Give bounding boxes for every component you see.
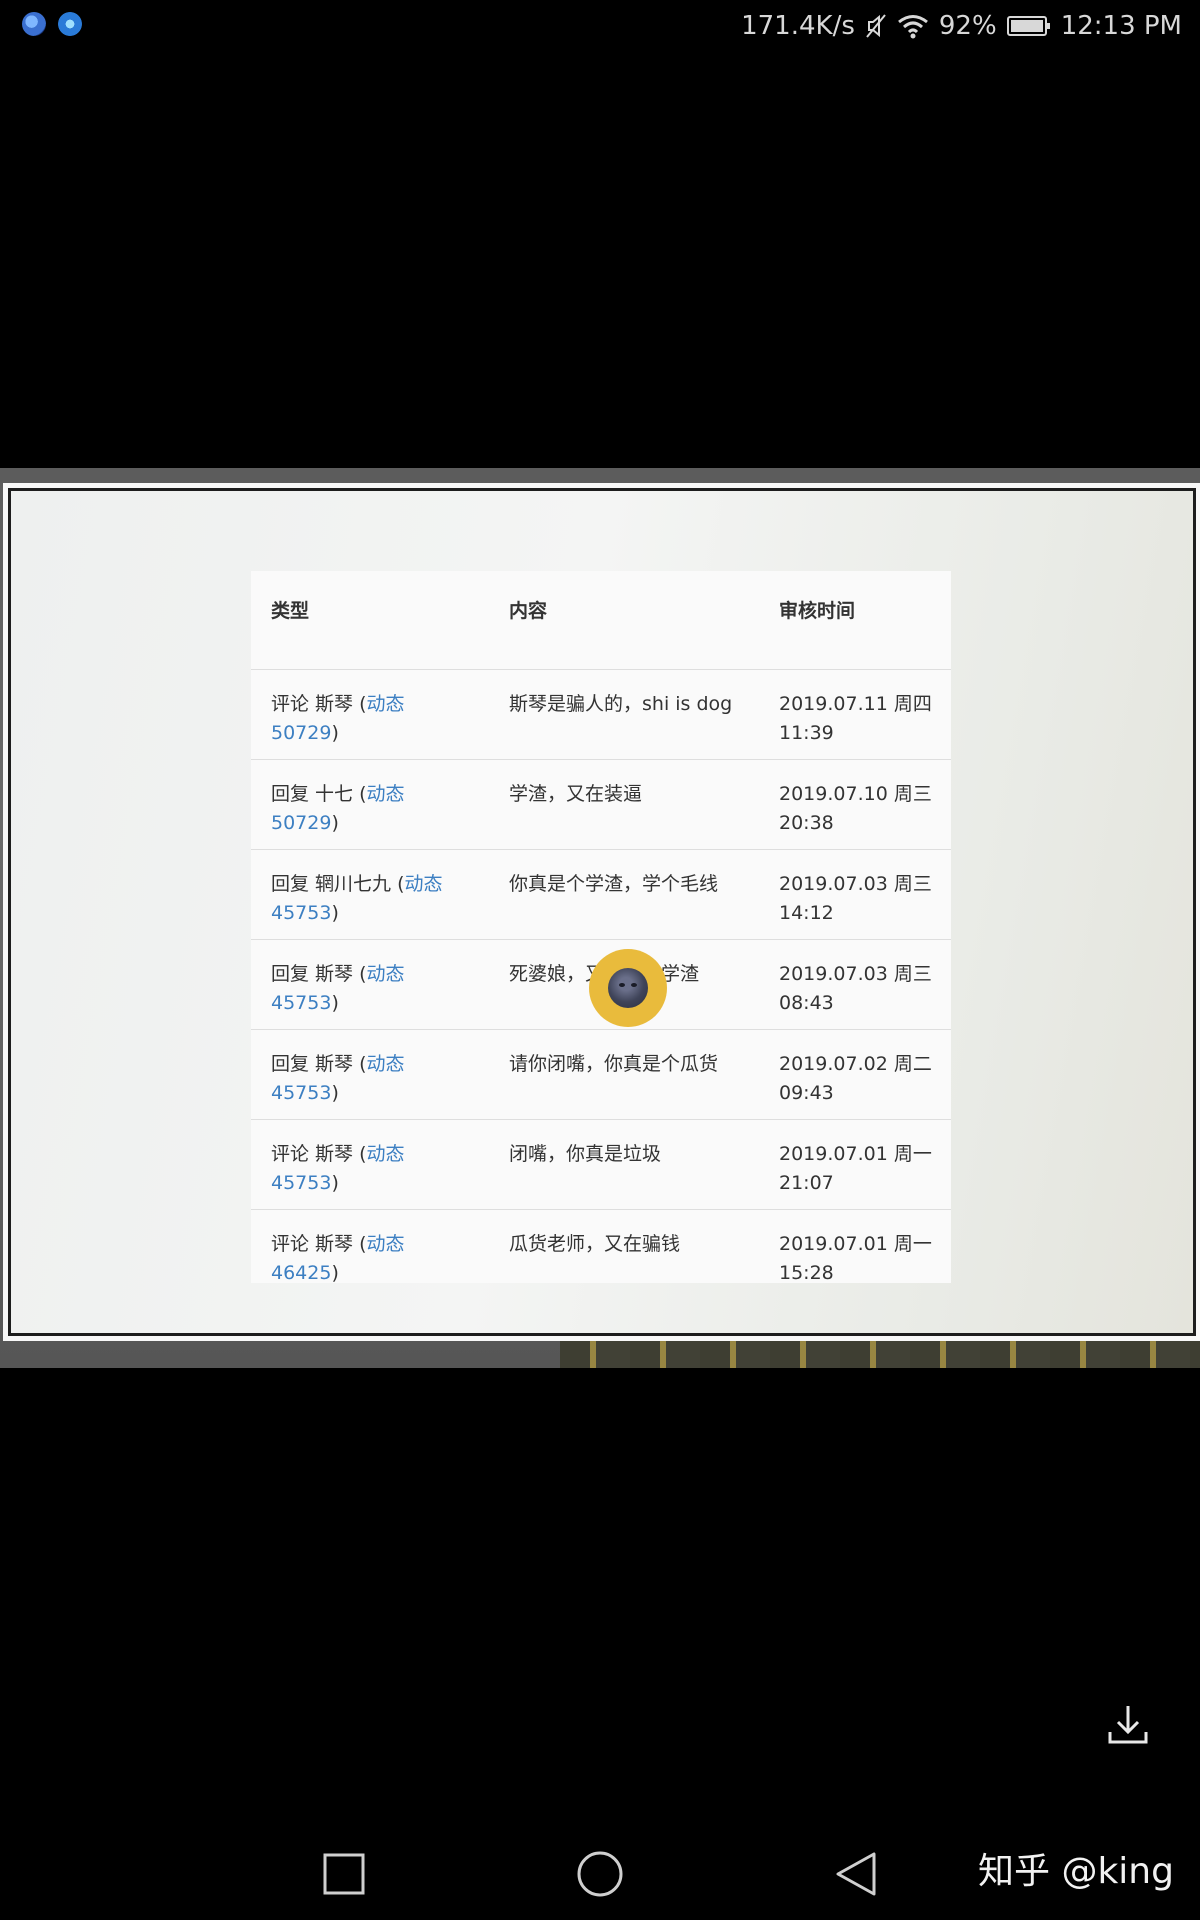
review-date: 2019.07.03 周三 (779, 962, 932, 985)
review-clock: 20:38 (779, 811, 834, 834)
review-clock: 11:39 (779, 721, 834, 744)
table-row: 评论 斯琴 (动态 50729) 斯琴是骗人的，shi is dog 2019.07… (251, 668, 951, 759)
review-clock: 14:12 (779, 901, 834, 924)
table-row: 回复 辋川七九 (动态 45753) 你真是个学渣，学个毛线 2019.07.03 … (251, 848, 951, 939)
type-suffix: ) (331, 1171, 339, 1194)
net-speed: 171.4K/s (741, 11, 855, 41)
table-row: 评论 斯琴 (动态 46425) 瓜货老师，又在骗钱 2019.07.01 周一 15… (251, 1208, 951, 1299)
cell-type: 回复 斯琴 (动态 45753) (251, 1028, 489, 1119)
cell-content: 闭嘴，你真是垃圾 (489, 1118, 759, 1209)
cell-type: 回复 十七 (动态 50729) (251, 758, 489, 849)
mute-icon (866, 14, 886, 38)
cell-time: 2019.07.03 周三 08:43 (759, 938, 951, 1029)
type-suffix: ) (331, 1081, 339, 1104)
cell-content: 你真是个学渣，学个毛线 (489, 848, 759, 939)
photo-viewer-image[interactable]: 类型 内容 审核时间 评论 斯琴 (动态 50729) 斯琴是骗人的，shi is… (0, 468, 1200, 1368)
review-clock: 15:28 (779, 1261, 834, 1284)
table-row: 评论 斯琴 (动态 45753) 闭嘴，你真是垃圾 2019.07.01 周一 21:… (251, 1118, 951, 1209)
status-bar: 171.4K/s 92% 12:13 PM (0, 0, 1200, 52)
review-date: 2019.07.10 周三 (779, 782, 932, 805)
cell-content: 请你闭嘴，你真是个瓜货 (489, 1028, 759, 1119)
battery-percent: 92% (938, 11, 997, 41)
review-date: 2019.07.01 周一 (779, 1232, 932, 1255)
review-clock: 09:43 (779, 1081, 834, 1104)
moon-face-icon (608, 968, 648, 1008)
download-button[interactable] (1104, 1700, 1152, 1748)
back-triangle-icon (836, 1852, 876, 1896)
cell-type: 回复 辋川七九 (动态 45753) (251, 848, 489, 939)
review-table: 类型 内容 审核时间 评论 斯琴 (动态 50729) 斯琴是骗人的，shi is… (251, 571, 951, 1299)
app-notification-icon (58, 12, 82, 36)
table-row: 回复 十七 (动态 50729) 学渣，又在装逼 2019.07.10 周三 20:3… (251, 758, 951, 849)
type-suffix: ) (331, 901, 339, 924)
type-text: 评论 斯琴 ( (271, 1142, 367, 1165)
cell-time: 2019.07.01 周一 21:07 (759, 1118, 951, 1209)
emoji-overlay[interactable] (589, 949, 667, 1027)
cell-type: 评论 斯琴 (动态 46425) (251, 1208, 489, 1299)
review-clock: 08:43 (779, 991, 834, 1014)
cell-type: 评论 斯琴 (动态 45753) (251, 1118, 489, 1209)
app-notification-icon (22, 12, 46, 36)
cell-content: 学渣，又在装逼 (489, 758, 759, 849)
type-text: 回复 辋川七九 ( (271, 872, 405, 895)
table-row: 回复 斯琴 (动态 45753) 请你闭嘴，你真是个瓜货 2019.07.02 周二… (251, 1028, 951, 1119)
review-table-card: 类型 内容 审核时间 评论 斯琴 (动态 50729) 斯琴是骗人的，shi is… (251, 571, 951, 1299)
cell-time: 2019.07.10 周三 20:38 (759, 758, 951, 849)
header-time: 审核时间 (779, 600, 856, 622)
table-header-row: 类型 内容 审核时间 (251, 571, 951, 669)
download-icon (1108, 1706, 1148, 1744)
review-date: 2019.07.11 周四 (779, 692, 932, 715)
screen-photo: 类型 内容 审核时间 评论 斯琴 (动态 50729) 斯琴是骗人的，shi is… (8, 488, 1196, 1336)
status-indicators: 171.4K/s 92% 12:13 PM (741, 8, 1182, 44)
type-suffix: ) (331, 1261, 339, 1284)
header-type: 类型 (271, 600, 310, 622)
type-suffix: ) (331, 991, 339, 1014)
type-suffix: ) (331, 811, 339, 834)
wifi-icon (897, 15, 928, 39)
cell-type: 评论 斯琴 (动态 50729) (251, 668, 489, 759)
recents-square-icon (323, 1853, 365, 1895)
navigation-bar (0, 1830, 1200, 1920)
review-clock: 21:07 (779, 1171, 834, 1194)
cell-time: 2019.07.03 周三 14:12 (759, 848, 951, 939)
cell-time: 2019.07.01 周一 15:28 (759, 1208, 951, 1299)
type-text: 回复 斯琴 ( (271, 1052, 367, 1075)
notification-icons (22, 12, 82, 36)
header-content: 内容 (509, 600, 548, 622)
home-button[interactable] (572, 1846, 628, 1902)
type-text: 评论 斯琴 ( (271, 1232, 367, 1255)
cell-time: 2019.07.11 周四 11:39 (759, 668, 951, 759)
review-date: 2019.07.01 周一 (779, 1142, 932, 1165)
review-date: 2019.07.03 周三 (779, 872, 932, 895)
review-date: 2019.07.02 周二 (779, 1052, 932, 1075)
type-text: 回复 十七 ( (271, 782, 367, 805)
back-button[interactable] (828, 1846, 884, 1902)
cell-content: 斯琴是骗人的，shi is dog (489, 668, 759, 759)
cell-content: 瓜货老师，又在骗钱 (489, 1208, 759, 1299)
home-circle-icon (577, 1851, 623, 1897)
cell-type: 回复 斯琴 (动态 45753) (251, 938, 489, 1029)
type-text: 评论 斯琴 ( (271, 692, 367, 715)
battery-icon (1006, 16, 1050, 36)
cell-time: 2019.07.02 周二 09:43 (759, 1028, 951, 1119)
type-suffix: ) (331, 721, 339, 744)
clock: 12:13 PM (1060, 11, 1182, 41)
type-text: 回复 斯琴 ( (271, 962, 367, 985)
recents-button[interactable] (316, 1846, 372, 1902)
